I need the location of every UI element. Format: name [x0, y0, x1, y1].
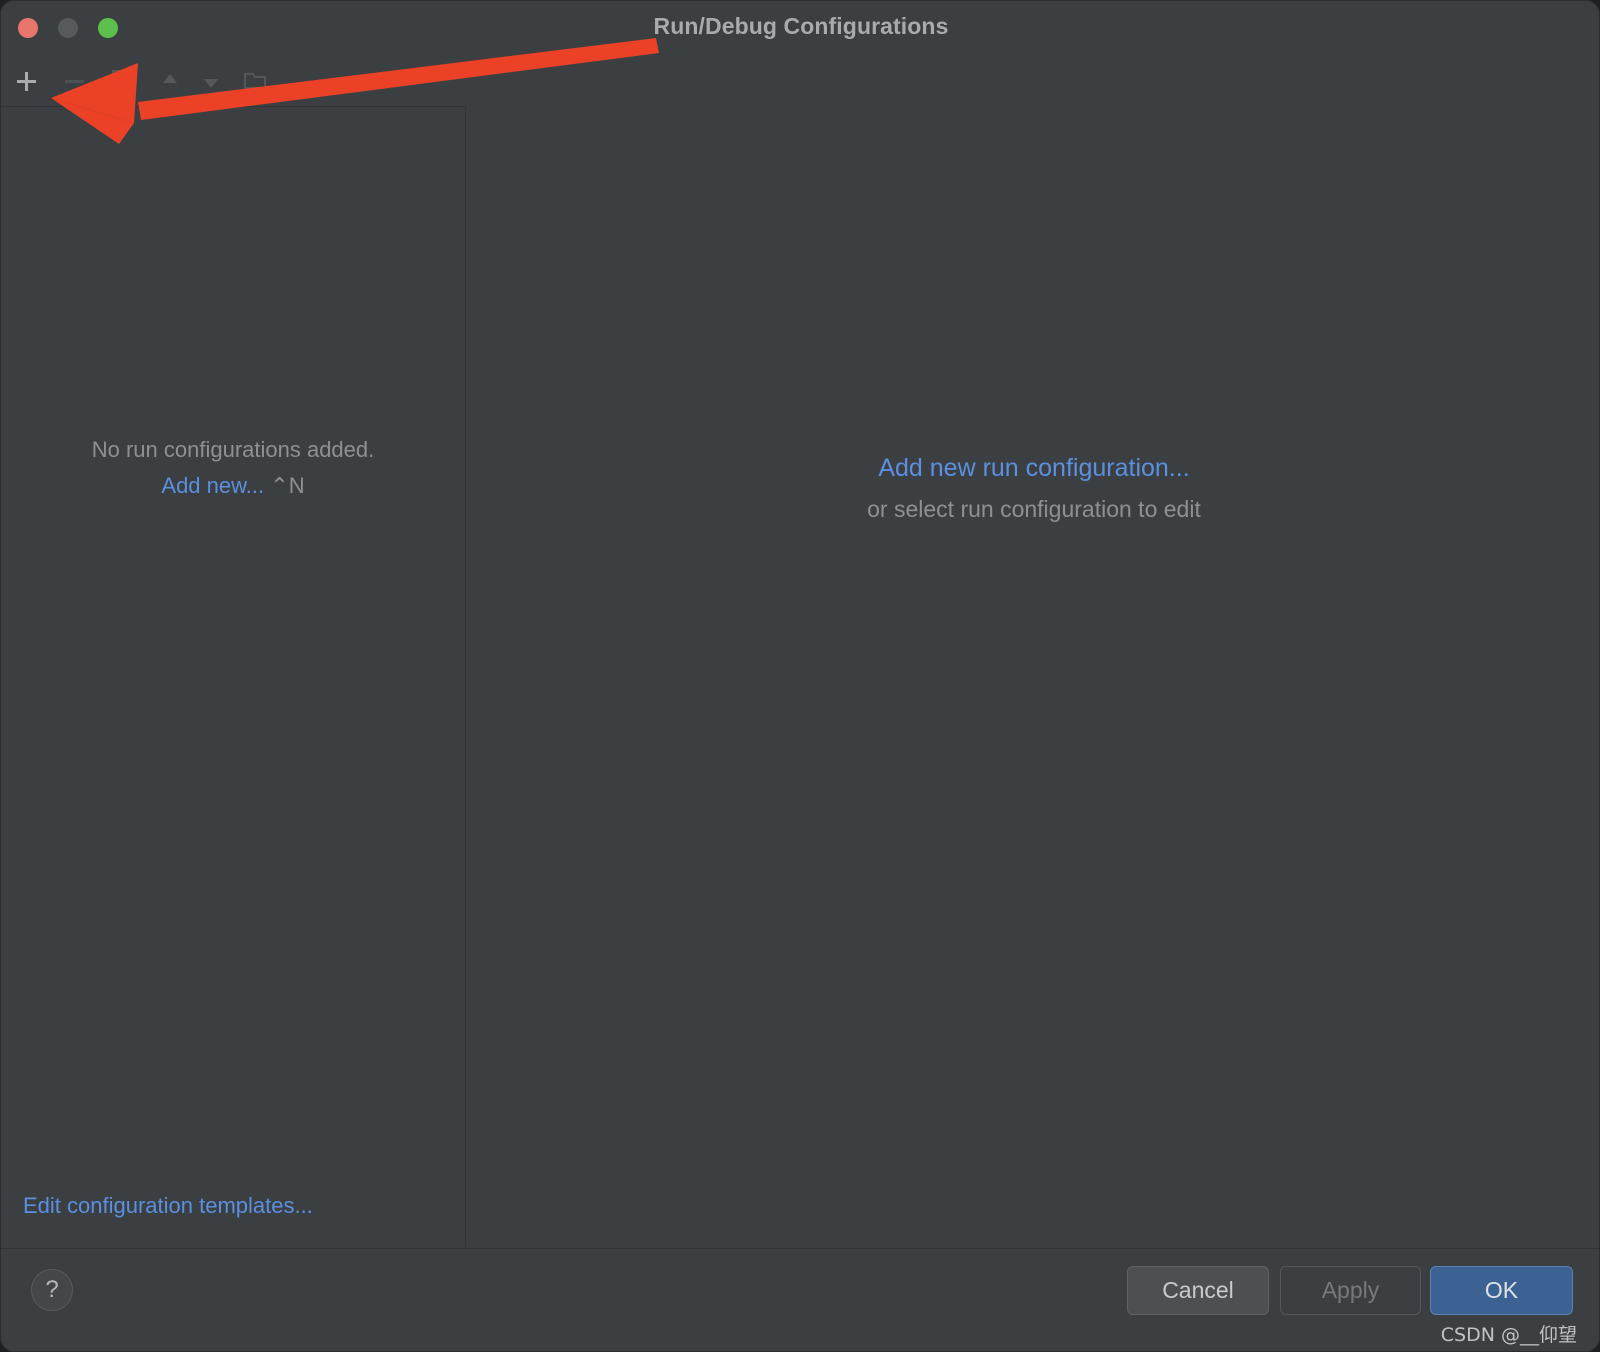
add-new-shortcut-label: ⌃N — [270, 472, 305, 498]
move-down-icon[interactable] — [197, 67, 225, 95]
apply-button: Apply — [1280, 1266, 1421, 1315]
new-folder-icon[interactable] — [241, 67, 269, 95]
page-title: Run/Debug Configurations — [653, 13, 949, 39]
remove-icon[interactable] — [60, 67, 88, 95]
help-button[interactable]: ? — [31, 1269, 73, 1311]
run-debug-configurations-dialog: Run/Debug Configurations No run configur… — [0, 0, 1600, 1352]
editor-empty-state: Add new run configuration... or select r… — [467, 447, 1599, 530]
edit-configuration-templates-link[interactable]: Edit configuration templates... — [23, 1193, 313, 1219]
empty-configurations-text: No run configurations added. — [91, 437, 375, 462]
add-icon[interactable] — [12, 67, 40, 95]
cancel-button[interactable]: Cancel — [1127, 1266, 1269, 1315]
ok-button[interactable]: OK — [1430, 1266, 1573, 1315]
configurations-toolbar — [1, 55, 466, 107]
editor-empty-hint: or select run configuration to edit — [867, 496, 1201, 522]
add-new-configuration-link-row: Add new... ⌃N — [1, 468, 465, 504]
add-new-run-configuration-link[interactable]: Add new run configuration... — [467, 447, 1599, 490]
add-new-configuration-link[interactable]: Add new... — [161, 473, 264, 498]
configuration-editor-panel: Add new run configuration... or select r… — [467, 55, 1599, 1247]
copy-configuration-icon[interactable] — [108, 67, 136, 95]
empty-configurations-message: No run configurations added. Add new... … — [1, 432, 465, 503]
dialog-button-bar: ? Cancel Apply OK — [1, 1248, 1599, 1351]
configurations-list-panel: No run configurations added. Add new... … — [1, 107, 466, 1247]
move-up-icon[interactable] — [156, 67, 184, 95]
watermark-text: CSDN @__仰望 — [1440, 1324, 1577, 1346]
title-bar: Run/Debug Configurations — [1, 1, 1599, 55]
